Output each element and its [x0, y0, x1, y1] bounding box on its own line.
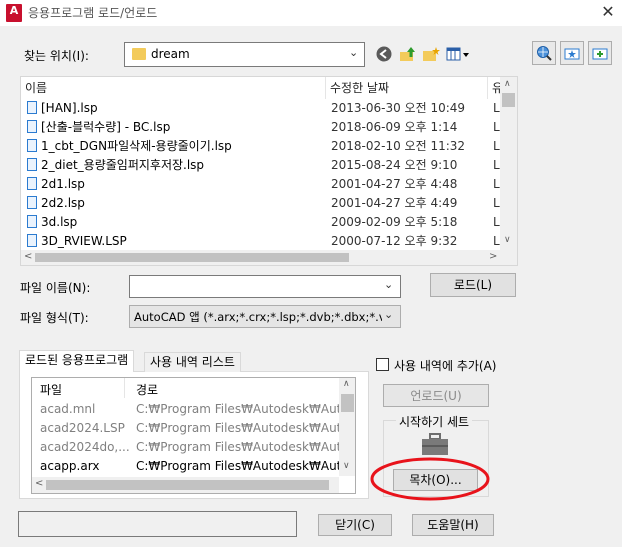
file-date: 2018-02-10 오전 11:32 [331, 139, 466, 153]
loaded-applications-list[interactable]: 파일 경로 acad.mnl C:₩Program Files₩Autodesk₩… [31, 377, 356, 494]
file-name: 2_diet_용량줄임퍼지후저장.lsp [41, 158, 205, 172]
file-name: 1_cbt_DGN파일삭제-용량줄이기.lsp [41, 139, 232, 153]
file-date: 2013-06-30 오전 10:49 [331, 101, 466, 115]
folder-icon [132, 48, 146, 60]
file-row[interactable]: 3d.lsp 2009-02-09 오후 5:18 LS [21, 213, 507, 232]
loaded-app-path: C:₩Program Files₩Autodesk₩Aut.. [136, 402, 350, 416]
history-checkbox[interactable] [376, 358, 389, 371]
document-icon [27, 139, 37, 152]
scroll-down-icon[interactable]: ∨ [504, 235, 511, 245]
document-icon [27, 196, 37, 209]
autocad-app-icon: A [6, 4, 22, 22]
column-header-modified[interactable]: 수정한 날짜 [326, 77, 488, 99]
load-button[interactable]: 로드(L) [430, 273, 516, 297]
folder-add-icon[interactable] [588, 41, 612, 65]
help-button[interactable]: 도움말(H) [412, 514, 494, 536]
file-row[interactable]: [HAN].lsp 2013-06-30 오전 10:49 LS [21, 99, 507, 118]
file-date: 2001-04-27 오후 4:49 [331, 196, 458, 210]
document-icon [27, 101, 37, 114]
column-divider [124, 378, 125, 398]
loaded-app-path: C:₩Program Files₩Autodesk₩Aut.. [136, 459, 350, 473]
tab-loaded-applications[interactable]: 로드된 응용프로그램 [19, 350, 135, 372]
loaded-app-path: C:₩Program Files₩Autodesk₩Aut.. [136, 421, 350, 435]
search-web-icon[interactable] [532, 41, 556, 65]
file-list-horizontal-scrollbar[interactable]: < > [21, 250, 517, 265]
loaded-app-row[interactable]: acad.mnl C:₩Program Files₩Autodesk₩Aut.. [32, 400, 349, 419]
file-date: 2018-06-09 오후 1:14 [331, 120, 458, 134]
filetype-label: 파일 형식(T): [20, 311, 89, 325]
startup-suite-label: 시작하기 세트 [396, 413, 473, 430]
tab-history-list[interactable]: 사용 내역 리스트 [144, 352, 241, 372]
column-header-file[interactable]: 파일 [40, 381, 62, 398]
look-in-value: dream [151, 47, 190, 61]
look-in-dropdown[interactable]: dream ⌄ [124, 42, 365, 67]
file-date: 2009-02-09 오후 5:18 [331, 215, 458, 229]
window-title: 응용프로그램 로드/언로드 [28, 6, 158, 20]
document-icon [27, 158, 37, 171]
file-row[interactable]: 3D_RVIEW.LSP 2000-07-12 오후 9:32 LS [21, 232, 507, 251]
loaded-app-path: C:₩Program Files₩Autodesk₩Aut.. [136, 440, 350, 454]
file-name: 2d2.lsp [41, 196, 85, 210]
document-icon [27, 234, 37, 247]
close-button[interactable]: 닫기(C) [318, 514, 392, 536]
file-list-vertical-scrollbar[interactable]: ∧ ∨ [500, 77, 517, 252]
file-name: 3D_RVIEW.LSP [41, 234, 127, 248]
new-folder-icon[interactable] [420, 43, 442, 65]
file-date: 2015-08-24 오전 9:10 [331, 158, 458, 172]
file-row[interactable]: 1_cbt_DGN파일삭제-용량줄이기.lsp 2018-02-10 오전 11… [21, 137, 507, 156]
loaded-app-file: acad.mnl [40, 402, 96, 416]
loaded-app-file: acad2024do,... [40, 440, 130, 454]
scroll-right-icon[interactable]: > [489, 251, 497, 262]
scroll-up-icon[interactable]: ∧ [343, 379, 350, 389]
document-icon [27, 120, 37, 133]
sort-ascending-icon: ^ [168, 76, 177, 84]
scroll-left-icon[interactable]: < [24, 251, 32, 262]
scrollbar-thumb[interactable] [46, 480, 329, 490]
filetype-dropdown[interactable]: AutoCAD 앱 (*.arx;*.crx;*.lsp;*.dvb;*.dbx… [129, 305, 401, 328]
back-icon[interactable] [373, 43, 395, 65]
scroll-up-icon[interactable]: ∧ [504, 79, 511, 89]
loaded-app-row[interactable]: acad2024.LSP C:₩Program Files₩Autodesk₩Au… [32, 419, 349, 438]
file-name: [산출-블럭수량] - BC.lsp [41, 120, 171, 134]
file-list[interactable]: 이름 ^ 수정한 날짜 유 [HAN].lsp 2013-06-30 오전 10… [20, 76, 518, 266]
chevron-down-icon[interactable]: ⌄ [384, 278, 393, 291]
file-row[interactable]: [산출-블럭수량] - BC.lsp 2018-06-09 오후 1:14 LS [21, 118, 507, 137]
file-name: 3d.lsp [41, 215, 78, 229]
history-checkbox-label[interactable]: 사용 내역에 추가(A) [394, 357, 496, 374]
unload-button[interactable]: 언로드(U) [383, 384, 489, 407]
loaded-app-row[interactable]: acad2024do,... C:₩Program Files₩Autodesk₩… [32, 438, 349, 457]
scroll-left-icon[interactable]: < [35, 478, 43, 489]
filename-label: 파일 이름(N): [20, 281, 91, 295]
loaded-app-row[interactable]: acapp.arx C:₩Program Files₩Autodesk₩Aut.. [32, 457, 349, 476]
close-icon[interactable]: ✕ [598, 2, 618, 22]
scroll-down-icon[interactable]: ∨ [343, 461, 350, 471]
file-name: [HAN].lsp [41, 101, 98, 115]
scrollbar-thumb[interactable] [502, 93, 515, 107]
up-folder-icon[interactable] [397, 43, 419, 65]
file-name: 2d1.lsp [41, 177, 85, 191]
look-in-label: 찾는 위치(I): [24, 49, 89, 63]
red-annotation-circle [370, 457, 490, 501]
column-header-path[interactable]: 경로 [136, 381, 158, 398]
loaded-app-file: acad2024.LSP [40, 421, 125, 435]
file-date: 2001-04-27 오후 4:48 [331, 177, 458, 191]
chevron-down-icon: ⌄ [349, 46, 359, 59]
scrollbar-thumb[interactable] [35, 253, 349, 262]
filetype-value: AutoCAD 앱 (*.arx;*.crx;*.lsp;*.dvb;*.dbx… [134, 310, 382, 324]
status-field [18, 511, 297, 537]
loaded-app-file: acapp.arx [40, 459, 100, 473]
file-row[interactable]: 2_diet_용량줄임퍼지후저장.lsp 2015-08-24 오전 9:10 … [21, 156, 507, 175]
document-icon [27, 215, 37, 228]
document-icon [27, 177, 37, 190]
filename-input[interactable]: ⌄ [129, 275, 401, 298]
file-date: 2000-07-12 오후 9:32 [331, 234, 458, 248]
loaded-list-horizontal-scrollbar[interactable]: < [32, 477, 339, 493]
folder-star-icon[interactable] [560, 41, 584, 65]
file-row[interactable]: 2d1.lsp 2001-04-27 오후 4:48 LS [21, 175, 507, 194]
scrollbar-thumb[interactable] [341, 394, 354, 412]
file-row[interactable]: 2d2.lsp 2001-04-27 오후 4:49 LS [21, 194, 507, 213]
views-menu-icon[interactable] [445, 43, 471, 65]
loaded-list-vertical-scrollbar[interactable]: ∧ ∨ [339, 378, 355, 476]
chevron-down-icon: ⌄ [384, 308, 394, 321]
